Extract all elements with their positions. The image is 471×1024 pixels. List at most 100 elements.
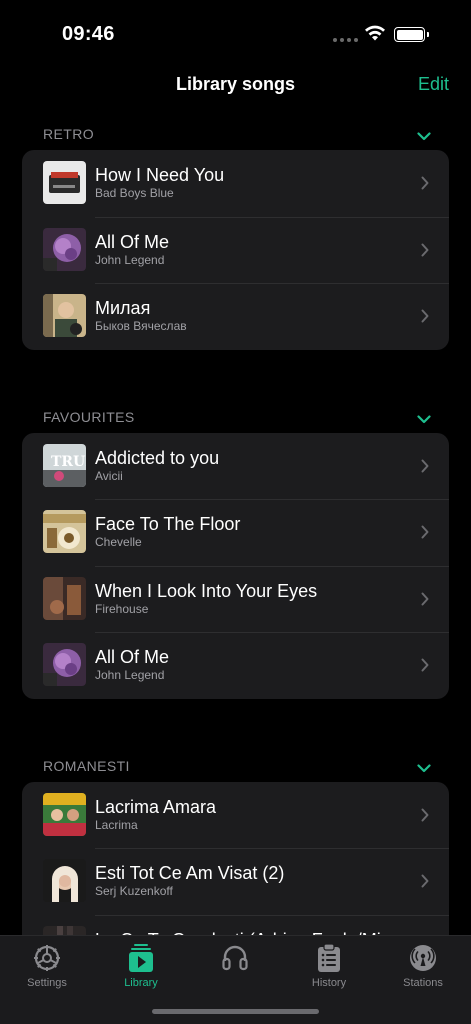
chevron-right-icon: [421, 459, 429, 472]
song-info: How I Need You Bad Boys Blue: [95, 164, 405, 201]
tab-stations[interactable]: Stations: [383, 942, 463, 989]
song-row[interactable]: La Ce Te Gandesti (Adrian Funk /Mi...The…: [22, 914, 449, 935]
disclosure-indicator: [421, 808, 429, 827]
song-info: All Of Me John Legend: [95, 646, 405, 683]
song-list: Lacrima Amara Lacrima Esti Tot Ce Am Visat…: [22, 781, 449, 935]
song-artist: Serj Kuzenkoff: [95, 884, 173, 898]
section-header[interactable]: FAVOURITES: [0, 393, 471, 433]
album-cover-dark-photo: [43, 576, 86, 620]
radio-antenna-icon: [410, 945, 436, 971]
song-title: Esti Tot Ce Am Visat (2): [95, 863, 285, 883]
album-cover-true: TRUE: [43, 443, 86, 487]
album-cover-portrait: [43, 294, 86, 337]
headphones-icon: [222, 945, 248, 971]
library-play-icon: [129, 944, 153, 972]
album-cover-purple-flower: [43, 643, 86, 686]
disclosure-indicator: [421, 525, 429, 544]
tab-settings[interactable]: Settings: [7, 942, 87, 989]
library-list[interactable]: RETRO How I Need You Bad Boys Blue All Of M…: [0, 110, 471, 935]
chevron-down-icon[interactable]: [417, 414, 431, 424]
song-row[interactable]: All Of Me John Legend: [22, 216, 449, 284]
album-cover-woman: [43, 859, 86, 902]
song-row[interactable]: All Of Me John Legend: [22, 632, 449, 699]
page-title: Library songs: [175, 74, 296, 94]
tab-player[interactable]: [195, 942, 275, 977]
song-title: Lacrima Amara: [95, 796, 217, 817]
song-title: All Of Me: [95, 647, 170, 667]
song-info: Face To The Floor Chevelle: [95, 513, 405, 550]
song-row[interactable]: How I Need You Bad Boys Blue: [22, 150, 449, 217]
song-artist: John Legend: [95, 252, 165, 267]
song-list: TRUE Addicted to youAvicii Face To The Flo…: [22, 432, 449, 699]
song-artist: Lacrima: [95, 817, 138, 832]
chevron-right-icon: [421, 309, 429, 323]
song-row[interactable]: Face To The Floor Chevelle: [22, 499, 449, 566]
chevron-right-icon: [421, 808, 429, 821]
tab-library-label: Library: [124, 977, 158, 989]
song-title: All Of Me: [95, 231, 170, 252]
song-info: Милая Быков Вячеслав: [95, 297, 405, 334]
song-section: FAVOURITES TRUE Addicted to youAvicii Face …: [0, 393, 471, 699]
song-row[interactable]: Esti Tot Ce Am Visat (2) Serj Kuzenkoff: [22, 848, 449, 915]
song-info: When I Look Into Your Eyes Firehouse: [95, 580, 405, 617]
song-title: Face To The Floor: [95, 514, 241, 534]
song-section: ROMANESTI Lacrima Amara Lacrima Esti Tot Ce…: [0, 742, 471, 935]
collapse-section-button[interactable]: [417, 128, 431, 146]
song-info: Esti Tot Ce Am Visat (2) Serj Kuzenkoff: [95, 862, 405, 899]
status-bar: 09:46: [0, 0, 471, 60]
song-artist: Chevelle: [95, 535, 142, 549]
album-cover-rockstar: [43, 510, 86, 553]
gear-icon: [34, 945, 60, 971]
chevron-right-icon: [421, 874, 429, 888]
song-info: Addicted to you Avicii: [95, 447, 405, 484]
section-header[interactable]: ROMANESTI: [0, 742, 471, 782]
song-title: Милая: [95, 298, 151, 318]
section-title: ROMANESTI: [43, 757, 130, 774]
collapse-section-button[interactable]: [417, 760, 431, 778]
song-row[interactable]: Lacrima Amara Lacrima: [22, 782, 449, 849]
battery-icon: [394, 27, 425, 42]
disclosure-indicator: [421, 592, 429, 611]
song-artist: Bad Boys Blue: [95, 186, 174, 200]
chevron-down-icon[interactable]: [417, 763, 431, 773]
tab-settings-label: Settings: [27, 977, 67, 989]
disclosure-indicator: [421, 658, 429, 677]
tab-library[interactable]: Library: [101, 942, 181, 989]
chevron-right-icon: [421, 243, 429, 256]
song-artist: Avicii: [95, 468, 123, 483]
status-time: 09:46: [62, 23, 115, 45]
song-title: How I Need You: [95, 165, 225, 185]
chevron-right-icon: [421, 658, 429, 672]
chevron-right-icon: [421, 592, 429, 605]
disclosure-indicator: [421, 309, 429, 328]
wifi-icon: [365, 25, 385, 41]
home-indicator: [152, 1009, 319, 1014]
song-artist: Firehouse: [95, 601, 149, 616]
chevron-right-icon: [421, 176, 429, 190]
edit-button[interactable]: Edit: [418, 74, 449, 95]
song-title: Addicted to you: [95, 447, 220, 468]
chevron-right-icon: [421, 525, 429, 539]
navigation-bar: Library songs Edit: [0, 60, 471, 110]
album-cover-purple-flower: [43, 227, 86, 271]
collapse-section-button[interactable]: [417, 411, 431, 429]
song-artist: John Legend: [95, 668, 165, 682]
album-cover-legs: [43, 925, 86, 935]
chevron-down-icon[interactable]: [417, 132, 431, 141]
tab-history-label: History: [311, 977, 347, 989]
album-cover-turntable: [43, 161, 86, 204]
tab-history[interactable]: History: [289, 942, 369, 989]
song-row[interactable]: When I Look Into Your Eyes Firehouse: [22, 565, 449, 633]
section-title: FAVOURITES: [43, 408, 135, 425]
song-info: All Of Me John Legend: [95, 231, 405, 268]
cellular-signal-icon: [333, 38, 358, 42]
song-info: Lacrima Amara Lacrima: [95, 796, 405, 833]
section-header[interactable]: RETRO: [0, 110, 471, 150]
song-row[interactable]: Милая Быков Вячеслав: [22, 283, 449, 350]
disclosure-indicator: [421, 459, 429, 478]
disclosure-indicator: [421, 874, 429, 893]
song-section: RETRO How I Need You Bad Boys Blue All Of M…: [0, 110, 471, 350]
song-row[interactable]: TRUE Addicted to youAvicii: [22, 433, 449, 500]
song-list: How I Need You Bad Boys Blue All Of Me John…: [22, 150, 449, 350]
svg-text:TRUE: TRUE: [51, 454, 86, 470]
